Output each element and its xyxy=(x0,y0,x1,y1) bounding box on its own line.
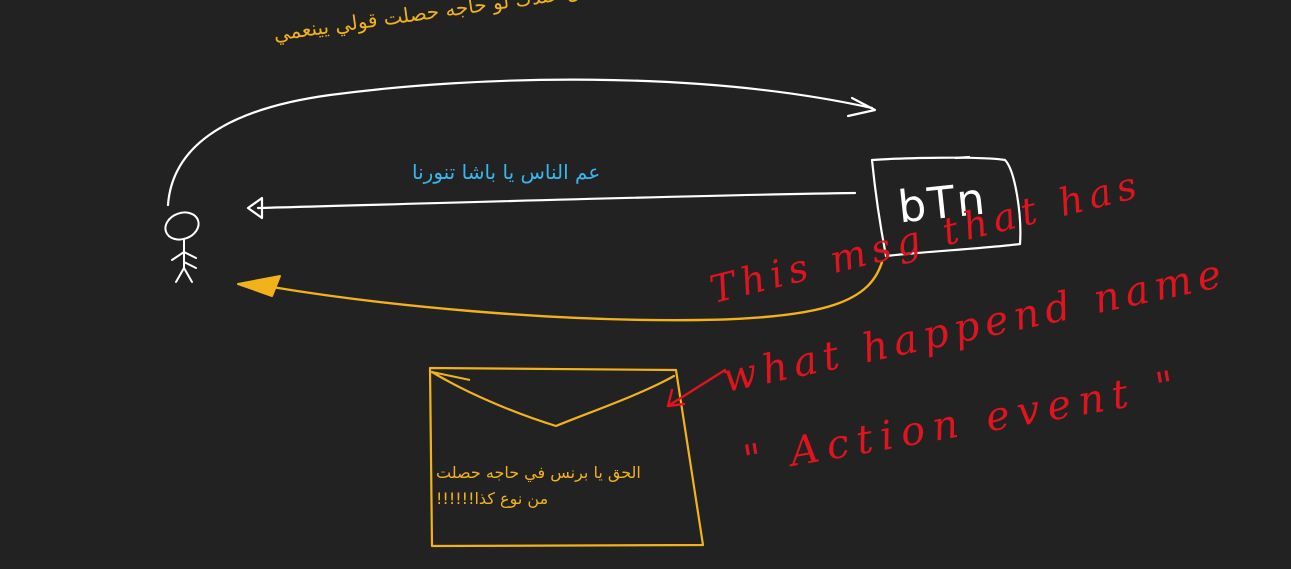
envelope-outline xyxy=(428,366,705,548)
top-curved-arrow xyxy=(166,78,874,207)
yellow-arrowhead xyxy=(237,275,281,297)
whiteboard-canvas: هسجل عندك لو حاجه حصلت قولي يينعمي عم ال… xyxy=(0,0,1291,569)
envelope-message: الحق يا برنس في حاجه حصلت من نوع كذا!!!!… xyxy=(436,460,698,512)
stick-figure-icon xyxy=(164,211,200,283)
middle-arrow-label: عم الناس يا باشا تنورنا xyxy=(412,160,601,184)
envelope-line-1: الحق يا برنس في حاجه حصلت xyxy=(436,463,641,482)
envelope-line-2: من نوع كذا!!!!!! xyxy=(436,489,549,508)
top-arrowhead xyxy=(846,96,877,118)
middle-arrow-line xyxy=(256,191,857,210)
